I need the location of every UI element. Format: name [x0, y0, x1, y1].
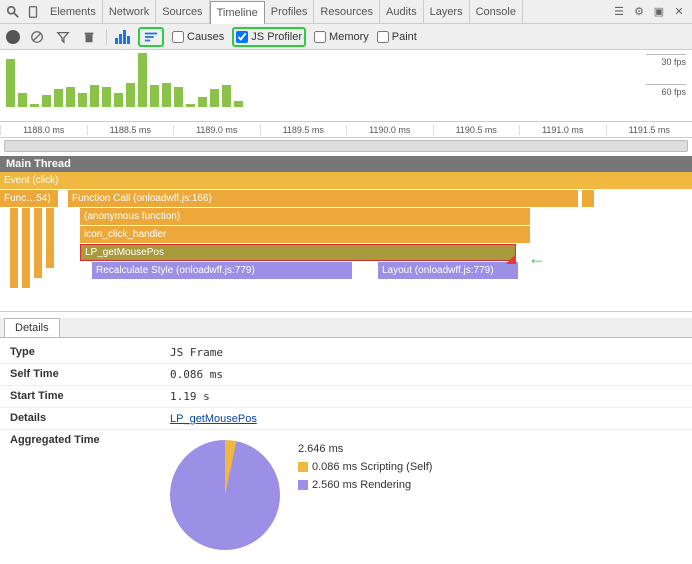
drawer-icon[interactable]: ☰: [610, 3, 628, 21]
forced-layout-warning-icon[interactable]: [506, 254, 516, 264]
starttime-value: 1.19 s: [170, 390, 210, 403]
flame-function-call[interactable]: Function Call (onloadwff.js:166): [68, 190, 578, 207]
flame-func54[interactable]: Func…54): [0, 190, 58, 207]
details-link[interactable]: LP_getMousePos: [170, 413, 257, 425]
ruler-tick: 1189.0 ms: [173, 125, 260, 135]
close-icon[interactable]: ✕: [670, 3, 688, 21]
flame-anonymous[interactable]: (anonymous function): [80, 208, 530, 225]
tab-elements[interactable]: Elements: [44, 0, 103, 23]
flamechart-icon[interactable]: [142, 28, 160, 46]
device-icon[interactable]: [24, 3, 42, 21]
dock-icon[interactable]: ▣: [650, 3, 668, 21]
trash-icon[interactable]: [80, 28, 98, 46]
jsprofiler-checkbox[interactable]: JS Profiler: [236, 31, 302, 43]
type-label: Type: [10, 346, 170, 359]
details-tab[interactable]: Details: [4, 318, 60, 337]
legend-scripting: 0.086 ms Scripting (Self): [312, 461, 432, 473]
flame-recalculate-style[interactable]: Recalculate Style (onloadwff.js:779): [92, 262, 352, 279]
flame-icon-handler[interactable]: icon_click_handler: [80, 226, 530, 243]
flame-event-click[interactable]: Event (click): [0, 172, 692, 189]
clear-icon[interactable]: [28, 28, 46, 46]
paint-label: Paint: [392, 31, 417, 43]
separator: [106, 29, 107, 45]
ruler-tick: 1190.0 ms: [346, 125, 433, 135]
ruler-tick: 1188.5 ms: [87, 125, 174, 135]
overview-scrollbar[interactable]: [4, 140, 688, 152]
tab-timeline[interactable]: Timeline: [210, 1, 265, 24]
type-value: JS Frame: [170, 346, 223, 359]
annotation-arrow-icon: ←: [528, 248, 546, 269]
legend-total: 2.646 ms: [298, 440, 432, 458]
tab-layers[interactable]: Layers: [424, 0, 470, 23]
overview-chart[interactable]: 30 fps 60 fps: [0, 50, 692, 122]
legend-rendering: 2.560 ms Rendering: [312, 479, 411, 491]
flame-chart[interactable]: Event (click) Func…54) Function Call (on…: [0, 172, 692, 312]
time-ruler[interactable]: 1188.0 ms 1188.5 ms 1189.0 ms 1189.5 ms …: [0, 122, 692, 138]
legend-swatch-rendering: [298, 480, 308, 490]
filter-icon[interactable]: [54, 28, 72, 46]
details-label: Details: [10, 412, 170, 425]
ruler-tick: 1188.0 ms: [0, 125, 87, 135]
search-icon[interactable]: [4, 3, 22, 21]
paint-checkbox[interactable]: Paint: [377, 31, 417, 43]
tab-sources[interactable]: Sources: [156, 0, 209, 23]
starttime-label: Start Time: [10, 390, 170, 403]
tab-resources[interactable]: Resources: [314, 0, 380, 23]
flamechart-mode-highlight: [138, 27, 164, 47]
pie-legend: 2.646 ms 0.086 ms Scripting (Self) 2.560…: [298, 440, 432, 494]
jsprofiler-highlight: JS Profiler: [232, 27, 306, 47]
details-panel: TypeJS Frame Self Time0.086 ms Start Tim…: [0, 338, 692, 558]
panel-tabs: Elements Network Sources Timeline Profil…: [44, 0, 608, 23]
tab-profiles[interactable]: Profiles: [265, 0, 315, 23]
flame-layout[interactable]: Layout (onloadwff.js:779): [378, 262, 518, 279]
gear-icon[interactable]: ⚙: [630, 3, 648, 21]
aggregated-pie-chart[interactable]: [170, 440, 280, 550]
ruler-tick: 1190.5 ms: [433, 125, 520, 135]
selftime-value: 0.086 ms: [170, 368, 223, 381]
fps-30: 30 fps: [646, 54, 686, 68]
causes-checkbox[interactable]: Causes: [172, 31, 224, 43]
framechart-icon[interactable]: [115, 30, 130, 44]
tab-audits[interactable]: Audits: [380, 0, 424, 23]
timeline-toolbar: Causes JS Profiler Memory Paint: [0, 24, 692, 50]
ruler-tick: 1189.5 ms: [260, 125, 347, 135]
flame-fragment[interactable]: [582, 190, 594, 207]
ruler-tick: 1191.0 ms: [519, 125, 606, 135]
jsprofiler-label: JS Profiler: [251, 31, 302, 43]
devtools-toolbar: Elements Network Sources Timeline Profil…: [0, 0, 692, 24]
fps-labels: 30 fps 60 fps: [646, 54, 686, 98]
ruler-tick: 1191.5 ms: [606, 125, 692, 135]
tab-network[interactable]: Network: [103, 0, 156, 23]
tab-console[interactable]: Console: [470, 0, 523, 23]
thread-header: Main Thread: [0, 156, 692, 172]
flame-lp-getmousepos[interactable]: LP_getMousePos: [80, 244, 516, 261]
memory-checkbox[interactable]: Memory: [314, 31, 369, 43]
memory-label: Memory: [329, 31, 369, 43]
fps-60: 60 fps: [646, 84, 686, 98]
record-button[interactable]: [6, 30, 20, 44]
legend-swatch-scripting: [298, 462, 308, 472]
selftime-label: Self Time: [10, 368, 170, 381]
aggtime-label: Aggregated Time: [10, 434, 170, 550]
details-tabstrip: Details: [0, 318, 692, 338]
causes-label: Causes: [187, 31, 224, 43]
flame-side-stripes: [10, 208, 54, 288]
